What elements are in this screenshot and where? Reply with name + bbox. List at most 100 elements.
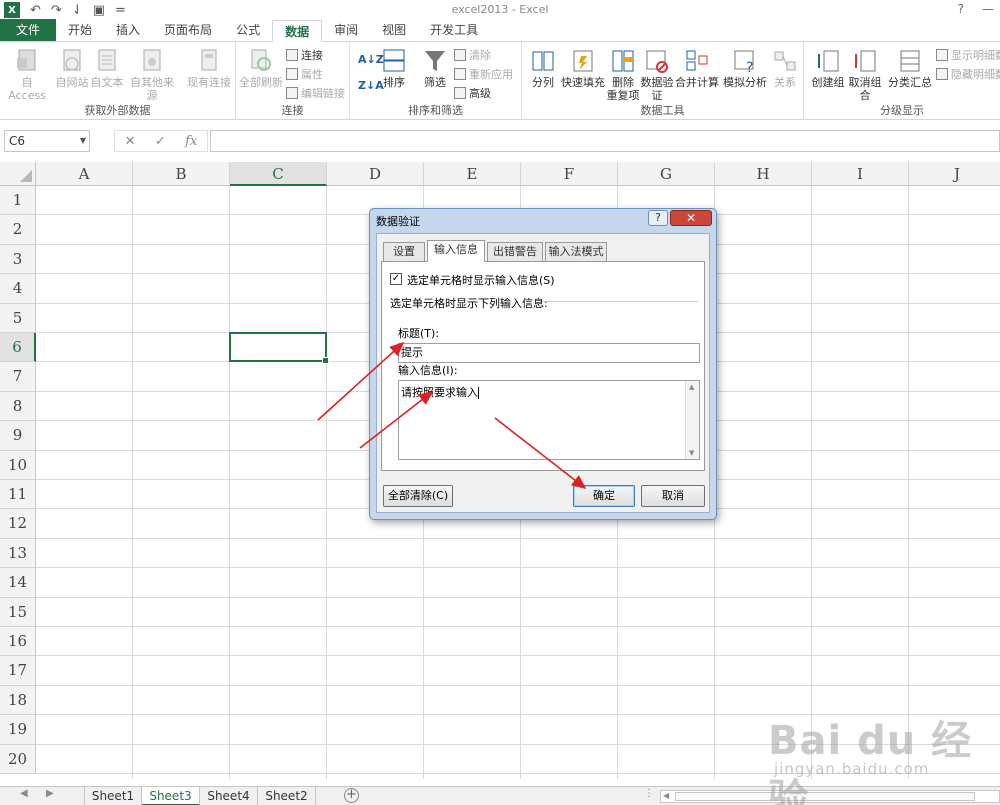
row-header-2[interactable]: 2 — [0, 215, 36, 245]
hide-detail-button[interactable]: 隐藏明细数 — [936, 65, 1000, 83]
data-validation-button[interactable]: 数据验 证 — [640, 48, 674, 102]
select-all-corner[interactable] — [0, 162, 36, 186]
row-header-16[interactable]: 16 — [0, 627, 36, 657]
row-header-15[interactable]: 15 — [0, 597, 36, 627]
advanced-filter-button[interactable]: 高级 — [454, 84, 491, 102]
cancel-button[interactable]: 取消 — [641, 485, 705, 507]
column-header-f[interactable]: F — [521, 162, 618, 186]
tab-review[interactable]: 审阅 — [322, 19, 370, 41]
column-header-i[interactable]: I — [812, 162, 909, 186]
selected-cell[interactable] — [229, 332, 329, 365]
subtotal-button[interactable]: 分类汇总 — [888, 48, 932, 89]
tab-input-message[interactable]: 输入信息 — [427, 240, 485, 262]
tab-settings[interactable]: 设置 — [383, 242, 425, 262]
what-if-analysis-button[interactable]: ? 模拟分析 — [722, 48, 768, 89]
refresh-all-button[interactable]: 全部刷新 — [238, 48, 284, 89]
tab-insert[interactable]: 插入 — [104, 19, 152, 41]
connections-button[interactable]: 连接 — [286, 46, 323, 64]
next-sheet-icon[interactable]: ▶ — [46, 788, 54, 799]
scroll-down-icon[interactable]: ▼ — [689, 449, 694, 457]
row-header-5[interactable]: 5 — [0, 303, 36, 333]
minimize-button[interactable]: — — [982, 2, 994, 16]
tab-ime-mode[interactable]: 输入法模式 — [545, 242, 607, 262]
sheet-tab-sheet4[interactable]: Sheet4 — [200, 787, 258, 805]
row-header-13[interactable]: 13 — [0, 538, 36, 569]
existing-connections-button[interactable]: 现有连接 — [186, 48, 232, 89]
ungroup-button[interactable]: 取消组合 — [844, 48, 886, 102]
tab-home[interactable]: 开始 — [56, 19, 104, 41]
clear-all-button[interactable]: 全部清除(C) — [383, 485, 453, 507]
name-box[interactable]: C6 ▼ — [4, 130, 90, 152]
tab-file[interactable]: 文件 — [0, 19, 57, 41]
formula-input[interactable] — [210, 130, 1000, 152]
column-header-d[interactable]: D — [327, 162, 424, 186]
consolidate-button[interactable]: 合并计算 — [674, 48, 720, 89]
row-header-17[interactable]: 17 — [0, 656, 36, 686]
row-header-4[interactable]: 4 — [0, 274, 36, 304]
insert-function-icon[interactable]: fx — [185, 134, 197, 149]
add-sheet-button[interactable]: + — [344, 788, 359, 803]
dialog-help-button[interactable]: ? — [648, 210, 668, 226]
from-web-button[interactable]: 自网站 — [54, 48, 90, 89]
from-other-sources-button[interactable]: 自其他来源 — [126, 48, 178, 102]
flash-fill-button[interactable]: 快速填充 — [560, 48, 606, 89]
cancel-icon[interactable]: ✕ — [125, 134, 136, 149]
show-input-message-checkbox[interactable]: ✓ — [390, 273, 402, 285]
row-header-11[interactable]: 11 — [0, 480, 36, 510]
filter-button[interactable]: 筛选 — [420, 48, 450, 89]
row-header-10[interactable]: 10 — [0, 450, 36, 480]
prev-sheet-icon[interactable]: ◀ — [20, 788, 28, 799]
sheet-tab-sheet3[interactable]: Sheet3 — [142, 787, 200, 805]
clear-filter-button[interactable]: 清除 — [454, 46, 491, 64]
text-to-columns-button[interactable]: 分列 — [526, 48, 560, 89]
from-access-button[interactable]: 自 Access — [4, 48, 50, 102]
row-header-20[interactable]: 20 — [0, 744, 36, 774]
column-header-g[interactable]: G — [618, 162, 715, 186]
row-header-8[interactable]: 8 — [0, 391, 36, 422]
tab-error-alert[interactable]: 出错警告 — [487, 242, 543, 262]
dialog-close-button[interactable]: ✕ — [670, 210, 712, 226]
column-header-b[interactable]: B — [133, 162, 230, 186]
chevron-down-icon[interactable]: ▼ — [80, 131, 86, 151]
reapply-button[interactable]: 重新应用 — [454, 65, 513, 83]
tab-formulas[interactable]: 公式 — [224, 19, 272, 41]
scroll-left-icon[interactable]: ◀ — [663, 791, 669, 800]
textarea-scrollbar[interactable]: ▲ ▼ — [685, 381, 699, 459]
from-text-button[interactable]: 自文本 — [90, 48, 124, 89]
group-button[interactable]: 创建组 — [808, 48, 848, 89]
column-header-e[interactable]: E — [424, 162, 521, 186]
group-sort-filter: A↓Z Z↓A 排序 筛选 清除 重新应用 高级 排序和筛选 — [350, 42, 522, 120]
tab-split-handle[interactable]: ⋮ — [644, 788, 654, 799]
show-detail-button[interactable]: 显示明细数 — [936, 46, 1000, 64]
row-header-9[interactable]: 9 — [0, 421, 36, 451]
row-header-3[interactable]: 3 — [0, 244, 36, 275]
enter-icon[interactable]: ✓ — [155, 134, 166, 149]
ok-button[interactable]: 确定 — [573, 485, 635, 507]
sheet-tab-sheet1[interactable]: Sheet1 — [84, 787, 142, 805]
tab-view[interactable]: 视图 — [370, 19, 418, 41]
column-header-c[interactable]: C — [230, 162, 327, 186]
column-header-j[interactable]: J — [909, 162, 1000, 186]
edit-links-button[interactable]: 编辑链接 — [286, 84, 345, 102]
row-header-14[interactable]: 14 — [0, 568, 36, 598]
remove-duplicates-button[interactable]: 删除 重复项 — [606, 48, 640, 102]
input-message-textarea[interactable]: 请按照要求输入 ▲ ▼ — [398, 380, 700, 460]
column-header-h[interactable]: H — [715, 162, 812, 186]
row-header-6[interactable]: 6 — [0, 333, 36, 363]
title-input[interactable]: 提示 — [398, 343, 700, 363]
sheet-tab-sheet2[interactable]: Sheet2 — [258, 787, 316, 805]
tab-data[interactable]: 数据 — [272, 20, 323, 42]
row-header-12[interactable]: 12 — [0, 509, 36, 539]
row-header-18[interactable]: 18 — [0, 685, 36, 716]
column-header-a[interactable]: A — [36, 162, 133, 186]
row-header-19[interactable]: 19 — [0, 715, 36, 745]
tab-page-layout[interactable]: 页面布局 — [152, 19, 224, 41]
row-header-1[interactable]: 1 — [0, 186, 36, 216]
row-header-7[interactable]: 7 — [0, 362, 36, 392]
properties-button[interactable]: 属性 — [286, 65, 323, 83]
help-button[interactable]: ? — [958, 2, 964, 16]
scroll-up-icon[interactable]: ▲ — [689, 383, 694, 391]
tab-developer[interactable]: 开发工具 — [418, 19, 490, 41]
relationships-button[interactable]: 关系 — [770, 48, 800, 89]
sort-button[interactable]: 排序 — [380, 48, 408, 89]
